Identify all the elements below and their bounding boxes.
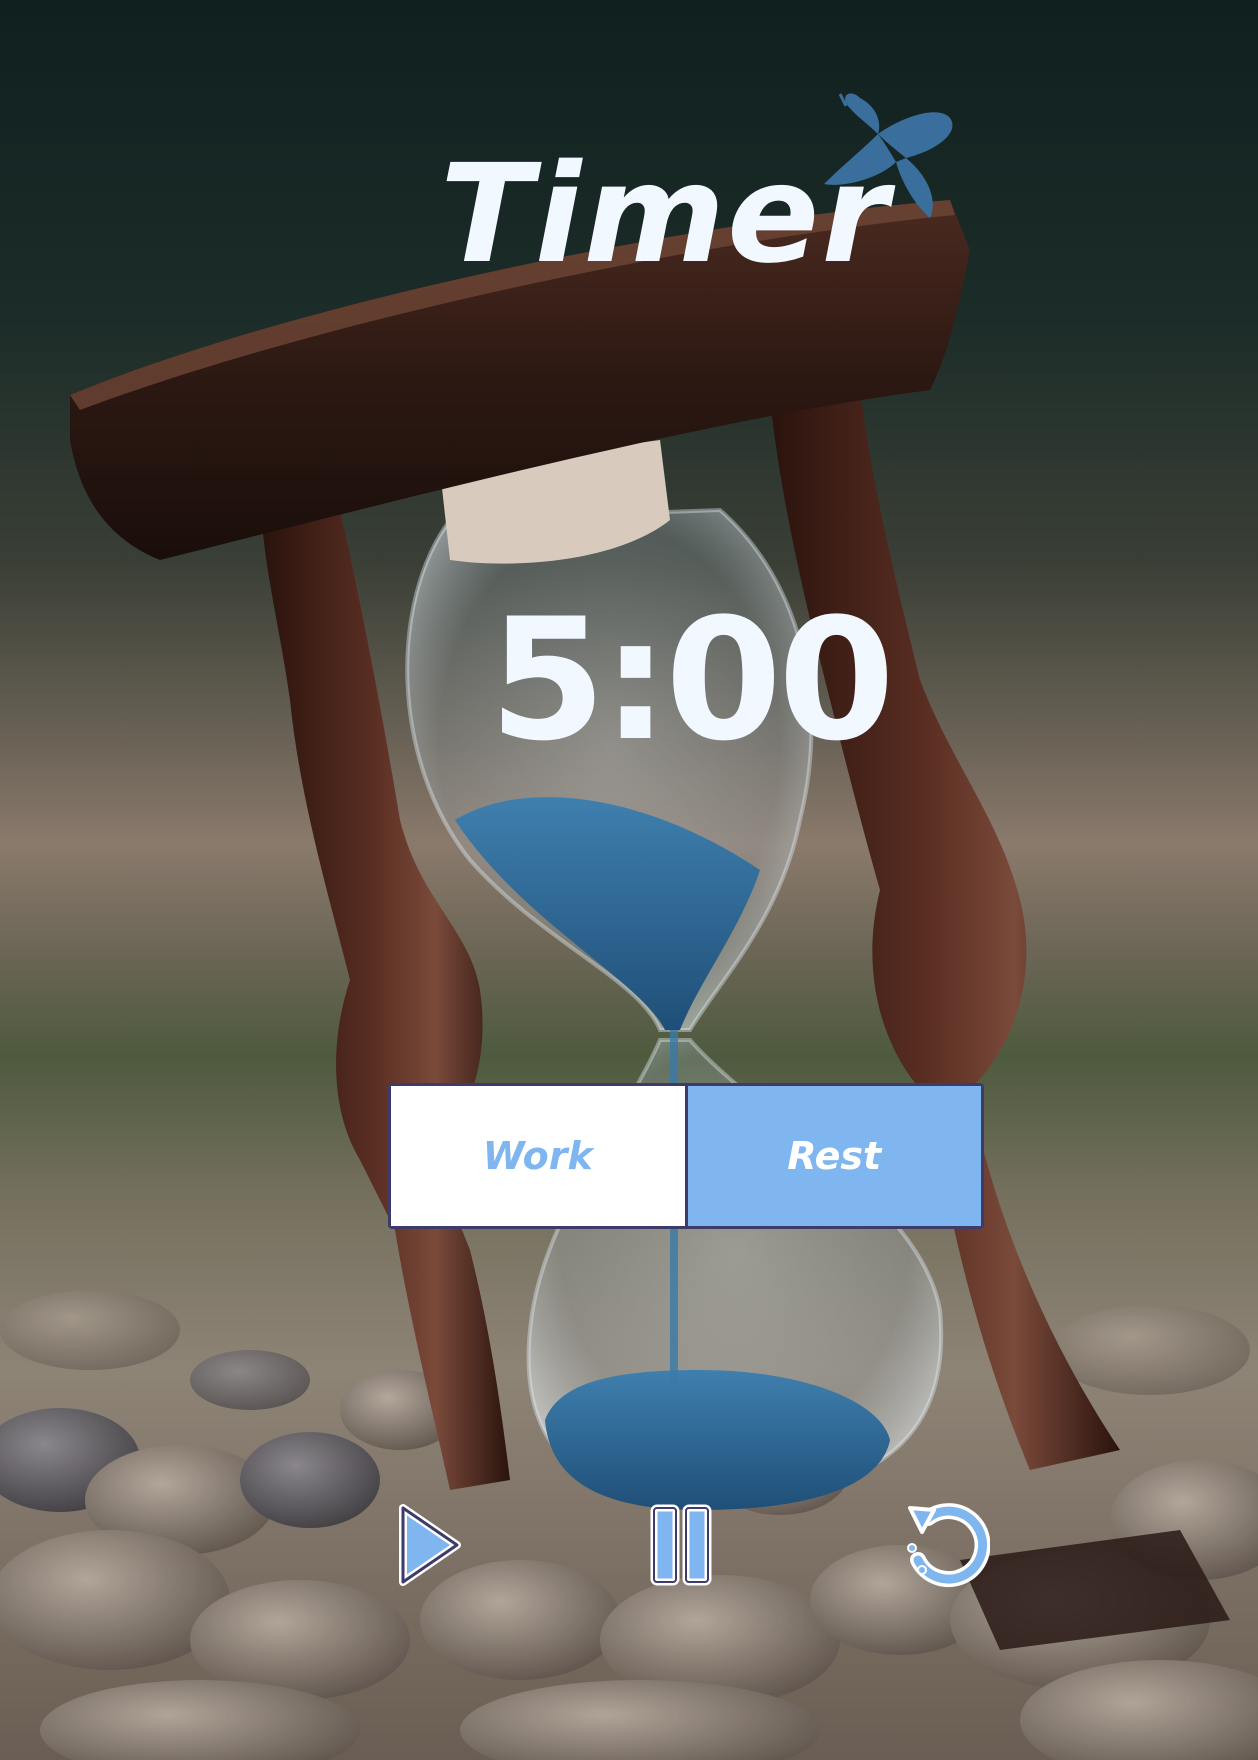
butterfly-icon [824,93,953,218]
rest-mode-button[interactable]: Rest [687,1086,981,1226]
pause-icon [650,1504,712,1586]
play-icon [399,1504,461,1586]
play-button[interactable] [395,1500,485,1590]
timer-screen: Timer 5:00 Work Rest [0,0,1258,1760]
time-display: 5:00 [489,582,895,778]
mode-toggle: Work Rest [388,1083,984,1229]
pause-button[interactable] [640,1500,730,1590]
work-mode-button[interactable]: Work [391,1086,685,1226]
app-title: Timer [440,136,891,294]
reset-button[interactable] [900,1500,990,1590]
reset-icon [907,1503,990,1588]
